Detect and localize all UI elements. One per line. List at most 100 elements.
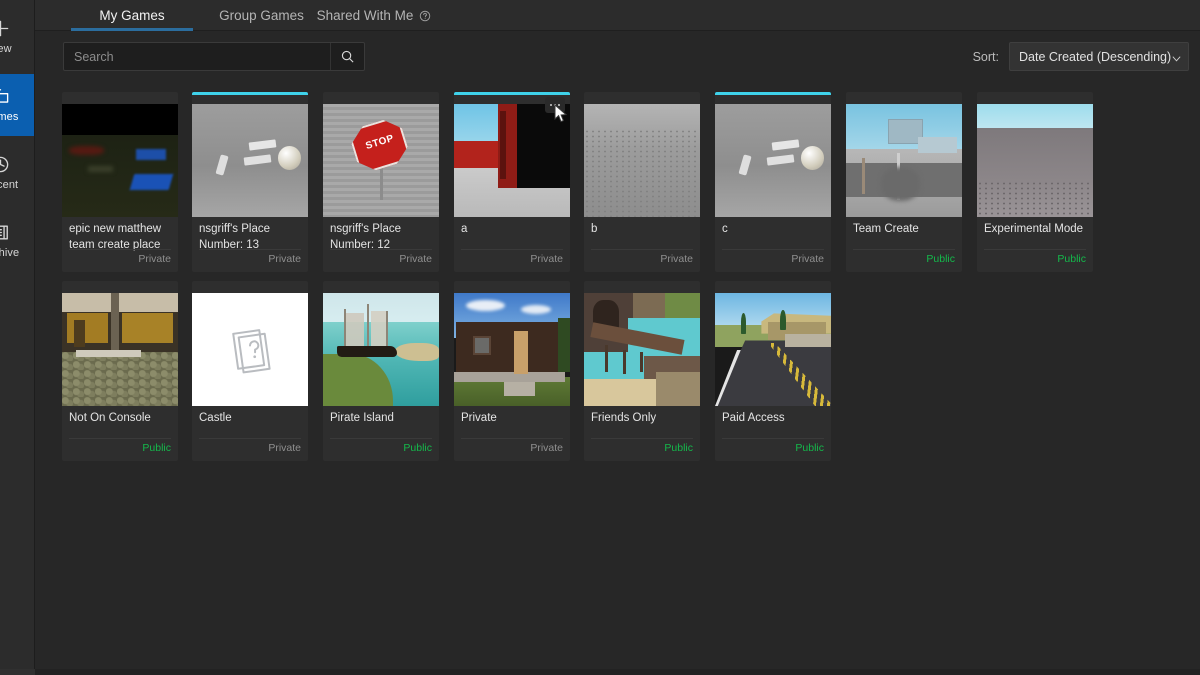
card-footer: Private [330,249,432,265]
help-info-icon[interactable] [419,10,431,22]
card-footer: Public [722,438,824,454]
sidebar-item-label: New [0,43,12,55]
game-card[interactable]: Not On Console Public [62,281,178,461]
status-badge: Private [138,253,171,265]
sidebar-item-label: Archive [0,247,20,259]
sidebar-item-label: Recent [0,179,19,191]
card-accent-bar [454,92,570,95]
left-sidebar: New Games Recent Archive [0,0,35,669]
status-badge: Private [660,253,693,265]
game-thumbnail[interactable] [977,104,1093,217]
archive-icon [0,223,10,242]
game-card[interactable]: Experimental Mode Public [977,92,1093,272]
search-icon[interactable] [330,43,364,70]
mouse-cursor [554,103,568,123]
status-badge: Public [795,442,824,454]
game-title: Castle [199,412,232,424]
status-badge: Private [791,253,824,265]
card-accent-bar [192,92,308,95]
game-thumbnail[interactable]: STOP [323,104,439,217]
sort-control: Sort: Date Created (Descending) [973,42,1189,71]
game-card[interactable]: c Private [715,92,831,272]
game-card[interactable]: epic new matthew team create place Privat… [62,92,178,272]
tab-label: Group Games [219,8,304,23]
sidebar-item-label: Games [0,111,19,123]
card-footer: Private [591,249,693,265]
game-title: c [722,223,728,235]
game-title: Friends Only [591,412,657,424]
status-badge: Private [268,442,301,454]
sidebar-item-games[interactable]: Games [0,74,34,136]
game-title: Not On Console [69,412,151,424]
card-footer: Private [199,438,301,454]
game-thumbnail[interactable] [846,104,962,217]
game-card[interactable]: Castle Private [192,281,308,461]
game-thumbnail[interactable] [192,104,308,217]
game-title: Experimental Mode [984,223,1084,235]
game-card[interactable]: Friends Only Public [584,281,700,461]
game-title: Private [461,412,497,424]
plus-icon [0,19,10,38]
card-footer: Public [591,438,693,454]
game-thumbnail[interactable] [454,293,570,406]
game-thumbnail[interactable] [192,293,308,406]
game-title: Pirate Island [330,412,394,424]
sort-dropdown[interactable]: Date Created (Descending) [1009,42,1189,71]
sidebar-item-new[interactable]: New [0,6,34,68]
tab-label: Shared With Me [316,8,414,23]
card-footer: Public [69,438,171,454]
tab-label: My Games [99,8,165,23]
folder-icon [0,87,10,106]
search-input[interactable] [64,43,330,70]
tab-group-games[interactable]: Group Games [211,0,312,31]
status-badge: Public [403,442,432,454]
games-grid: epic new matthew team create place Privat… [35,83,1200,669]
tab-shared-with-me[interactable]: Shared With Me [316,0,431,31]
card-footer: Public [984,249,1086,265]
status-badge: Private [399,253,432,265]
game-title: b [591,223,598,235]
status-badge: Private [530,253,563,265]
search-box[interactable] [63,42,365,71]
sort-selected-value: Date Created (Descending) [1019,49,1172,64]
game-card[interactable]: a Private [454,92,570,272]
tab-my-games[interactable]: My Games [71,0,193,31]
card-footer: Private [69,249,171,265]
game-thumbnail[interactable] [715,104,831,217]
sidebar-item-recent[interactable]: Recent [0,142,34,204]
status-badge: Public [1057,253,1086,265]
game-card[interactable]: Private Private [454,281,570,461]
game-thumbnail[interactable] [62,104,178,217]
tab-bar: My Games Group Games Shared With Me [35,0,1200,31]
chevron-down-icon [1171,51,1182,62]
game-title: Paid Access [722,412,785,424]
game-thumbnail[interactable] [323,293,439,406]
game-card[interactable]: b Private [584,92,700,272]
game-thumbnail[interactable] [584,104,700,217]
roblox-studio-start-page: New Games Recent Archive My Games Group Game… [0,0,1200,675]
status-badge: Public [664,442,693,454]
card-footer: Public [330,438,432,454]
placeholder-thumbnail-icon [192,293,308,406]
game-thumbnail[interactable] [454,104,570,217]
game-title: a [461,223,468,235]
bottom-strip-nub [0,669,35,675]
clock-icon [0,155,10,174]
game-thumbnail[interactable] [62,293,178,406]
game-card[interactable]: nsgriff's Place Number: 13 Private [192,92,308,272]
sidebar-item-archive[interactable]: Archive [0,210,34,272]
game-card[interactable]: Team Create Public [846,92,962,272]
status-badge: Private [530,442,563,454]
toolbar: Sort: Date Created (Descending) [35,31,1200,83]
card-footer: Private [199,249,301,265]
game-card[interactable]: Pirate Island Public [323,281,439,461]
game-thumbnail[interactable] [584,293,700,406]
game-card[interactable]: Paid Access Public [715,281,831,461]
card-footer: Private [722,249,824,265]
bottom-strip [0,669,1200,675]
card-accent-bar [715,92,831,95]
game-thumbnail[interactable] [715,293,831,406]
game-card[interactable]: STOP nsgriff's Place Number: 12 Private [323,92,439,272]
card-footer: Private [461,438,563,454]
status-badge: Public [142,442,171,454]
